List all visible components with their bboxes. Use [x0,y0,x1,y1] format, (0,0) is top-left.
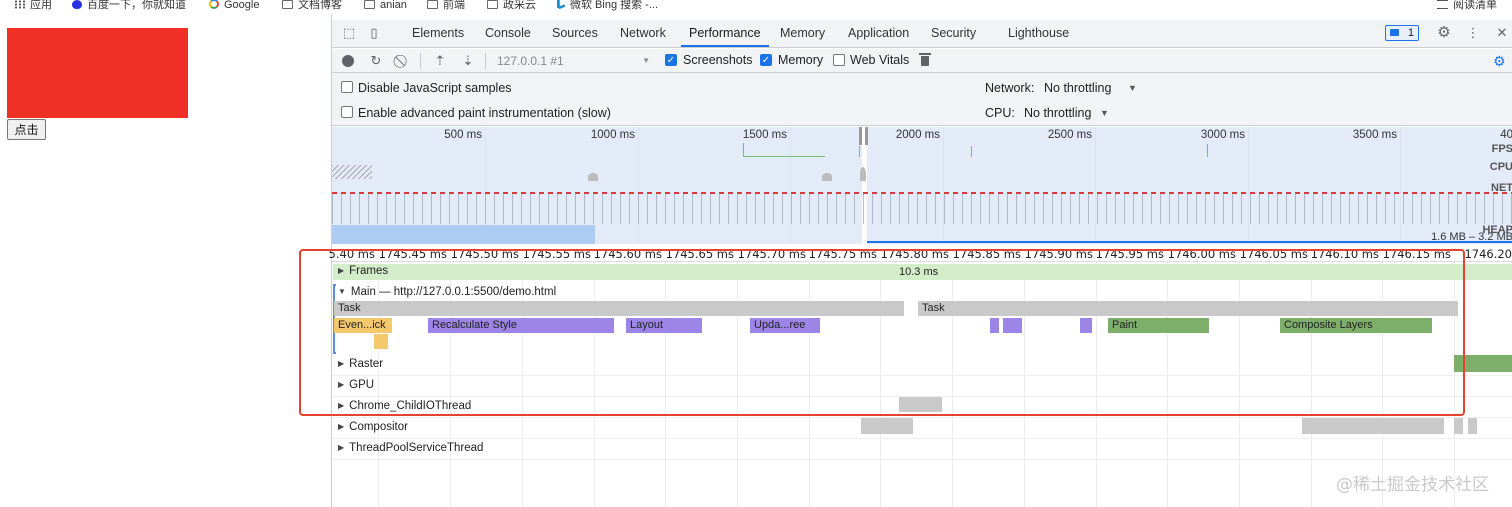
inspect-element-icon[interactable]: ⬚ [342,26,356,40]
heap-range: 1.6 MB – 3.2 MB [1431,231,1512,243]
reload-record-icon[interactable]: ↻ [369,54,383,68]
message-icon [1390,29,1399,36]
folder-icon [427,0,438,9]
compositor-block[interactable] [1302,418,1444,434]
cpu-row-label: CPU [1489,161,1512,173]
toolbar-separator [485,53,486,69]
ruler-label: 1746.20 [1464,247,1512,261]
track-compositor[interactable]: ▶ Compositor [338,421,408,433]
overview-tick: 40 [1500,129,1512,141]
fps-row-label: FPS [1491,143,1512,155]
tab-lighthouse[interactable]: Lighthouse [1008,20,1069,47]
click-button[interactable]: 点击 [7,119,46,140]
profile-select[interactable]: 127.0.0.1 #1 ▼ [497,52,652,70]
google-icon [209,0,219,9]
reading-list[interactable]: 阅读清单 [1437,0,1497,13]
bookmark-frontend[interactable]: 前端 [427,0,465,13]
clear-icon[interactable]: ⃠ [396,54,410,68]
apps-grid-icon [14,0,25,9]
reading-list-icon [1437,0,1448,9]
cpu-throttle-label: CPU: [985,106,1015,120]
screenshots-checkbox[interactable]: ✓ [665,54,677,66]
selection-handle-right[interactable] [865,127,868,145]
record-icon[interactable] [342,55,354,67]
disable-js-samples-label: Disable JavaScript samples [358,81,512,95]
save-profile-icon[interactable]: ⇣ [461,54,475,68]
bookmark-bing[interactable]: 微软 Bing 搜索 -... [557,0,658,13]
settings-gear-icon[interactable]: ⚙ [1437,25,1451,40]
overview-tick: 2500 ms [1047,129,1092,141]
performance-toolbar: ↻ ⃠ ⇡ ⇣ 127.0.0.1 #1▼ ✓ Screenshots ✓ Me… [332,49,1512,73]
load-profile-icon[interactable]: ⇡ [433,54,447,68]
tab-console[interactable]: Console [485,20,531,47]
chevron-down-icon: ▼ [1100,108,1109,118]
device-toolbar-icon[interactable]: ▯ [367,26,381,40]
compositor-block[interactable] [1454,418,1463,434]
bing-icon [557,0,565,9]
compositor-block[interactable] [861,418,913,434]
web-vitals-label: Web Vitals [850,53,910,67]
track-threadpool[interactable]: ▶ ThreadPoolServiceThread [338,442,483,454]
tab-security[interactable]: Security [931,20,976,47]
bookmark-anian[interactable]: anian [364,0,407,13]
tab-memory[interactable]: Memory [780,20,825,47]
red-box [7,28,188,118]
baidu-icon [72,0,82,9]
watermark: @稀土掘金技术社区 [1336,475,1489,495]
collect-garbage-icon[interactable] [919,53,931,66]
bookmark-zcy[interactable]: 政采云 [487,0,536,13]
bookmark-baidu[interactable]: 百度一下，你就知道 [72,0,186,13]
page-viewport: 点击 [0,14,331,507]
bookmarks-bar: 应用 百度一下，你就知道 Google 文档博客 anian 前端 政采云 微软… [0,0,1512,14]
devtools-tab-bar: ⬚ ▯ Elements Console Sources Network Per… [332,20,1512,48]
memory-label: Memory [778,53,824,67]
overview-tick: 3500 ms [1352,129,1397,141]
disable-js-samples-checkbox[interactable] [341,81,353,93]
overview-tick: 3000 ms [1200,129,1245,141]
tab-elements[interactable]: Elements [412,20,464,47]
folder-icon [364,0,375,9]
chevron-down-icon: ▼ [642,56,650,65]
issues-badge[interactable]: 1 [1385,25,1419,41]
folder-icon [282,0,293,9]
overview-tick: 500 ms [444,129,482,141]
toolbar-separator [420,53,421,69]
network-throttle-select[interactable]: No throttling [1044,81,1111,95]
bookmark-docs[interactable]: 文档博客 [282,0,342,13]
overview-tick: 1500 ms [742,129,787,141]
folder-icon [487,0,498,9]
screenshots-label: Screenshots [683,53,753,67]
bookmark-apps[interactable]: 应用 [14,0,52,13]
annotation-highlight-box [299,249,1465,416]
cpu-throttle-select[interactable]: No throttling [1024,106,1091,120]
tab-network[interactable]: Network [620,20,666,47]
overview-tick: 1000 ms [590,129,635,141]
web-vitals-checkbox[interactable] [833,54,845,66]
tab-application[interactable]: Application [848,20,909,47]
more-options-icon[interactable]: ⋮ [1466,26,1480,40]
advanced-paint-checkbox[interactable] [341,106,353,118]
close-devtools-icon[interactable]: ✕ [1495,26,1509,40]
expand-triangle-icon: ▶ [338,422,345,431]
memory-checkbox[interactable]: ✓ [760,54,772,66]
network-throttle-label: Network: [985,81,1035,95]
timeline-overview[interactable]: 500 ms 1000 ms 1500 ms 2000 ms 2500 ms 3… [332,127,1512,244]
selection-handle-left[interactable] [859,127,862,145]
chevron-down-icon: ▼ [1128,83,1137,93]
bookmark-google[interactable]: Google [209,0,259,13]
overview-tick: 2000 ms [895,129,940,141]
expand-triangle-icon: ▶ [338,443,345,452]
tab-performance[interactable]: Performance [681,20,769,47]
advanced-paint-label: Enable advanced paint instrumentation (s… [358,106,611,120]
capture-settings-pane: Disable JavaScript samples Enable advanc… [332,73,1512,126]
capture-settings-icon[interactable]: ⚙ [1493,53,1506,70]
compositor-block[interactable] [1468,418,1477,434]
tab-sources[interactable]: Sources [552,20,598,47]
